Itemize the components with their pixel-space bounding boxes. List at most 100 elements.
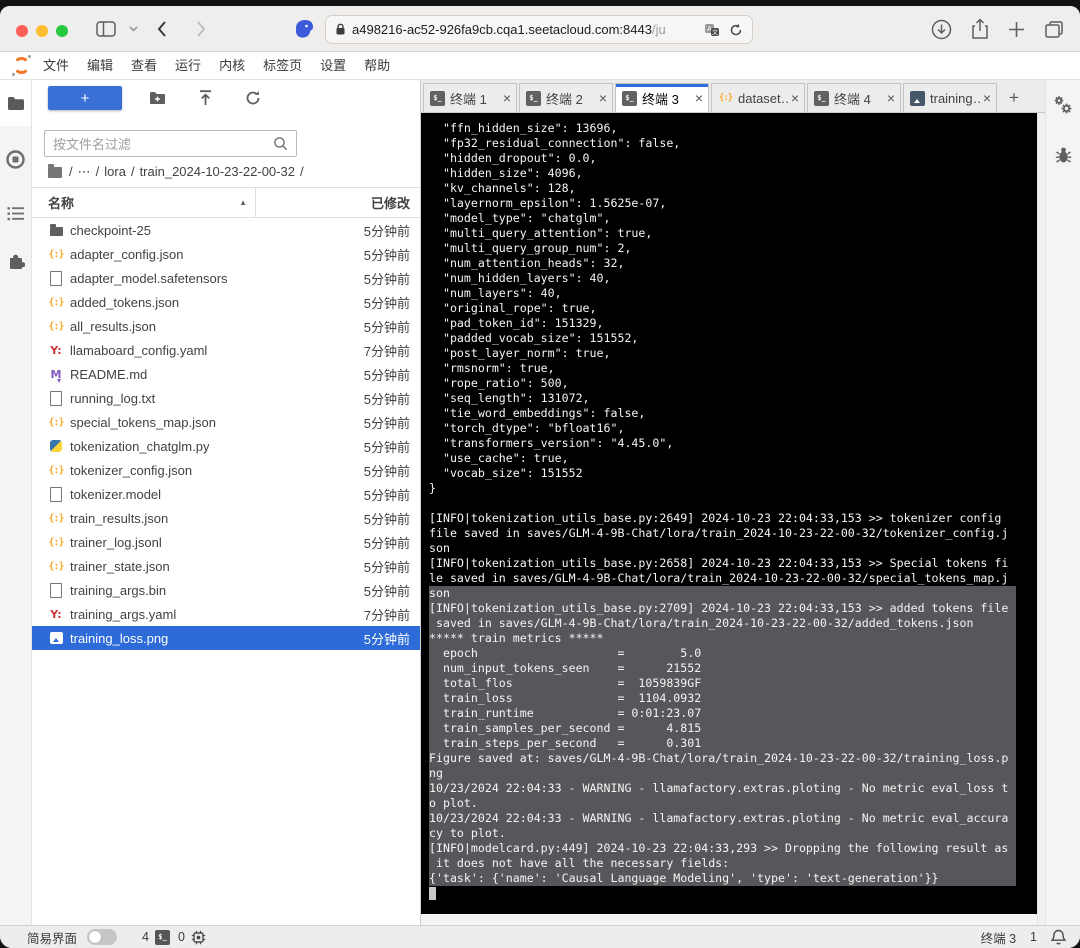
- dock-tab[interactable]: 终端 4 ×: [807, 83, 901, 112]
- new-tab-icon[interactable]: [1008, 21, 1025, 38]
- file-modified-time: 5分钟前: [364, 581, 420, 600]
- file-row[interactable]: special_tokens_map.json 5分钟前: [32, 410, 420, 434]
- file-row[interactable]: trainer_log.jsonl 5分钟前: [32, 530, 420, 554]
- home-folder-icon[interactable]: [48, 167, 62, 178]
- refresh-icon[interactable]: [244, 90, 261, 107]
- file-row[interactable]: tokenizer_config.json 5分钟前: [32, 458, 420, 482]
- file-modified-time: 5分钟前: [364, 461, 420, 480]
- breadcrumb-item[interactable]: train_2024-10-23-22-00-32: [140, 164, 295, 180]
- simple-ui-toggle[interactable]: [87, 929, 117, 945]
- property-inspector-icon[interactable]: [1053, 95, 1073, 115]
- column-header-modified[interactable]: 已修改: [256, 193, 420, 212]
- kernel-count-group[interactable]: 0: [178, 930, 206, 945]
- terminal-line: "vocab_size": 151552: [429, 466, 1037, 481]
- terminal-line: [INFO|modelcard.py:449] 2024-10-23 22:04…: [429, 841, 1016, 856]
- file-row[interactable]: running_log.txt 5分钟前: [32, 386, 420, 410]
- new-folder-icon[interactable]: [149, 90, 166, 107]
- close-tab-icon[interactable]: ×: [789, 90, 799, 106]
- menu-item[interactable]: 设置: [311, 52, 355, 79]
- kernel-icon: [191, 930, 206, 945]
- terminal-line: "model_type": "chatglm",: [429, 211, 1037, 226]
- close-tab-icon[interactable]: ×: [501, 90, 511, 106]
- menu-item[interactable]: 运行: [166, 52, 210, 79]
- upload-icon[interactable]: [197, 90, 214, 107]
- file-row[interactable]: train_results.json 5分钟前: [32, 506, 420, 530]
- terminal-output[interactable]: "ffn_hidden_size": 13696, "fp32_residual…: [421, 113, 1037, 914]
- file-row[interactable]: training_args.bin 5分钟前: [32, 578, 420, 602]
- sidebar-item-table-of-contents[interactable]: [0, 190, 31, 236]
- file-row[interactable]: training_loss.png 5分钟前: [32, 626, 420, 650]
- zoom-window-button[interactable]: [56, 25, 68, 37]
- terminal-scrollbar[interactable]: [1037, 113, 1045, 925]
- file-name: tokenizer_config.json: [70, 463, 192, 478]
- main-dock-panel: 终端 1 × 终端 2 × 终端 3 × dataset… × 终端 4 × t…: [420, 80, 1045, 925]
- file-row[interactable]: README.md 5分钟前: [32, 362, 420, 386]
- sidebar-item-extensions[interactable]: [0, 238, 31, 284]
- left-activity-bar: [0, 80, 32, 925]
- terminal-line: [INFO|tokenization_utils_base.py:2658] 2…: [429, 556, 1037, 571]
- json-file-icon: [48, 558, 64, 574]
- debugger-icon[interactable]: [1055, 146, 1072, 165]
- image-icon: [910, 91, 925, 106]
- breadcrumb-item[interactable]: lora: [104, 164, 126, 180]
- menu-item[interactable]: 编辑: [78, 52, 122, 79]
- terminal-line: ***** train metrics *****: [429, 631, 1016, 646]
- tab-label: 终端 1: [450, 89, 501, 108]
- terminal-count-group[interactable]: 4: [142, 930, 170, 945]
- file-row[interactable]: tokenization_chatglm.py 5分钟前: [32, 434, 420, 458]
- terminal-line: "layernorm_epsilon": 1.5625e-07,: [429, 196, 1037, 211]
- terminal-line: epoch = 5.0: [429, 646, 1016, 661]
- sidebar-item-running-sessions[interactable]: [0, 136, 31, 182]
- dock-tab[interactable]: training… ×: [903, 83, 997, 112]
- sidebar-toggle-icon[interactable]: [96, 21, 116, 37]
- bell-icon[interactable]: [1051, 929, 1066, 946]
- menu-item[interactable]: 文件: [34, 52, 78, 79]
- file-row[interactable]: trainer_state.json 5分钟前: [32, 554, 420, 578]
- file-row[interactable]: all_results.json 5分钟前: [32, 314, 420, 338]
- sidebar-item-file-browser[interactable]: [0, 80, 31, 126]
- file-row[interactable]: adapter_config.json 5分钟前: [32, 242, 420, 266]
- back-icon[interactable]: [157, 21, 167, 37]
- evernote-extension-icon[interactable]: [292, 17, 315, 41]
- dock-tab[interactable]: 终端 2 ×: [519, 83, 613, 112]
- terminal-line: 10/23/2024 22:04:33 - WARNING - llamafac…: [429, 781, 1016, 796]
- file-modified-time: 5分钟前: [364, 389, 420, 408]
- breadcrumb-item[interactable]: ⋯: [78, 164, 91, 180]
- forward-icon[interactable]: [196, 21, 206, 37]
- file-row[interactable]: checkpoint-25 5分钟前: [32, 218, 420, 242]
- chevron-down-icon[interactable]: [129, 26, 138, 32]
- close-tab-icon[interactable]: ×: [981, 90, 991, 106]
- dock-tab[interactable]: 终端 1 ×: [423, 83, 517, 112]
- file-row[interactable]: tokenizer.model 5分钟前: [32, 482, 420, 506]
- add-tab-button[interactable]: +: [999, 83, 1029, 112]
- terminal-line: train_loss = 1104.0932: [429, 691, 1016, 706]
- close-tab-icon[interactable]: ×: [693, 90, 703, 106]
- share-icon[interactable]: [971, 18, 989, 40]
- menu-item[interactable]: 查看: [122, 52, 166, 79]
- minimize-window-button[interactable]: [36, 25, 48, 37]
- new-launcher-button[interactable]: +: [48, 86, 122, 110]
- terminal-line: train_steps_per_second = 0.301: [429, 736, 1016, 751]
- close-window-button[interactable]: [16, 25, 28, 37]
- menu-item[interactable]: 内核: [210, 52, 254, 79]
- address-bar[interactable]: a498216-ac52-926fa9cb.cqa1.seetacloud.co…: [325, 15, 753, 44]
- notification-count: 1: [1030, 930, 1037, 944]
- filter-files-input[interactable]: 按文件名过滤: [44, 130, 297, 157]
- tabs-overview-icon[interactable]: [1044, 20, 1064, 39]
- close-tab-icon[interactable]: ×: [885, 90, 895, 106]
- translate-icon[interactable]: A文: [704, 23, 720, 37]
- menu-item[interactable]: 帮助: [355, 52, 399, 79]
- close-tab-icon[interactable]: ×: [597, 90, 607, 106]
- file-modified-time: 7分钟前: [364, 605, 420, 624]
- file-row[interactable]: llamaboard_config.yaml 7分钟前: [32, 338, 420, 362]
- file-row[interactable]: adapter_model.safetensors 5分钟前: [32, 266, 420, 290]
- dock-tab[interactable]: dataset… ×: [711, 83, 805, 112]
- terminal-line: "num_layers": 40,: [429, 286, 1037, 301]
- column-header-name[interactable]: 名称 ▲: [32, 188, 256, 217]
- dock-tab[interactable]: 终端 3 ×: [615, 83, 709, 112]
- download-icon[interactable]: [931, 19, 952, 40]
- file-row[interactable]: training_args.yaml 7分钟前: [32, 602, 420, 626]
- reload-icon[interactable]: [729, 23, 743, 37]
- file-row[interactable]: added_tokens.json 5分钟前: [32, 290, 420, 314]
- menu-item[interactable]: 标签页: [254, 52, 311, 79]
